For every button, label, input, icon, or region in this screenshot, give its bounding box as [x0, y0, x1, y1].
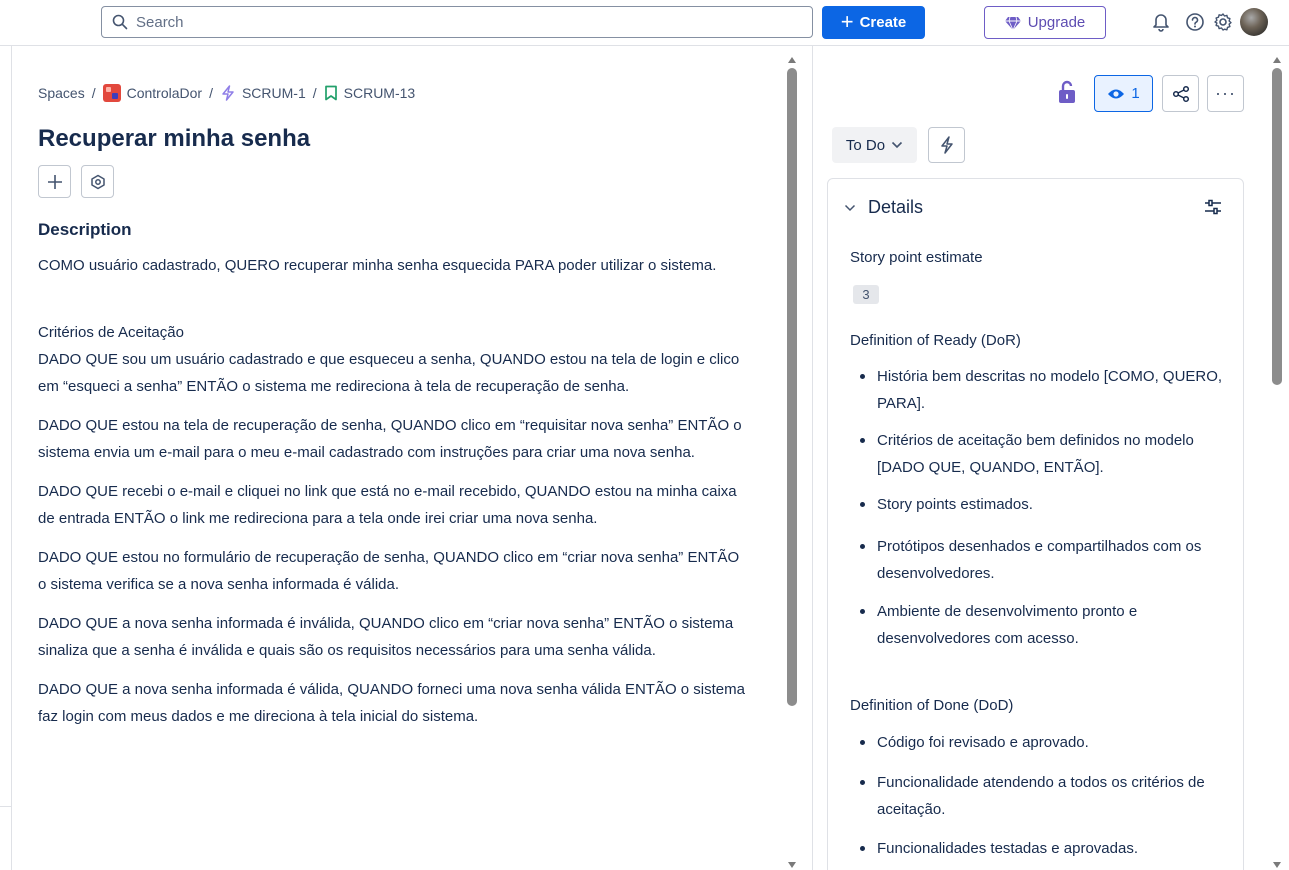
breadcrumb-issue[interactable]: SCRUM-13 — [324, 85, 415, 101]
scroll-up-arrow-icon[interactable] — [1273, 57, 1281, 63]
issue-action-row — [38, 165, 114, 198]
configure-fields-icon[interactable] — [1203, 197, 1223, 217]
criteria-paragraph: DADO QUE a nova senha informada é inváli… — [38, 615, 734, 659]
scrollbar-thumb[interactable] — [787, 68, 797, 706]
plus-icon: + — [840, 8, 854, 34]
description-body[interactable]: COMO usuário cadastrado, QUERO recuperar… — [38, 252, 750, 742]
more-actions-button[interactable]: ··· — [1207, 75, 1244, 112]
status-label: To Do — [845, 136, 886, 154]
eye-icon — [1108, 89, 1125, 98]
apps-button[interactable] — [81, 165, 114, 198]
hexagon-icon — [90, 174, 105, 189]
list-item: Protótipos desenhados e compartilhados c… — [850, 533, 1230, 587]
status-dropdown[interactable]: To Do — [832, 127, 917, 163]
main-scrollbar[interactable] — [786, 55, 798, 870]
criteria-heading: Critérios de Aceitação — [38, 324, 184, 341]
add-button[interactable] — [38, 165, 71, 198]
list-item: Funcionalidades testadas e aprovadas. — [850, 835, 1230, 862]
search-box[interactable] — [101, 6, 813, 38]
description-heading: Description — [38, 220, 132, 239]
story-icon — [324, 85, 337, 101]
breadcrumb: Spaces / ControlaDor / SCRUM-1 / SCRUM-1… — [38, 84, 416, 102]
story-points-value[interactable]: 3 — [853, 285, 879, 304]
epic-icon — [222, 85, 234, 101]
breadcrumb-epic[interactable]: SCRUM-1 — [220, 85, 306, 101]
scroll-down-arrow-icon[interactable] — [788, 862, 796, 868]
breadcrumb-project[interactable]: ControlaDor — [102, 84, 202, 102]
criteria-paragraph: DADO QUE estou no formulário de recupera… — [38, 549, 740, 593]
lock-open-icon[interactable] — [1056, 80, 1078, 104]
list-item: Funcionalidade atendendo a todos os crit… — [850, 769, 1230, 823]
more-icon: ··· — [1215, 83, 1236, 103]
gem-icon — [1004, 16, 1021, 30]
criteria-paragraph: DADO QUE a nova senha informada é válida… — [38, 681, 745, 725]
avatar[interactable] — [1240, 8, 1268, 36]
watch-count: 1 — [1131, 85, 1140, 102]
plus-icon — [47, 174, 62, 189]
breadcrumb-spaces[interactable]: Spaces — [38, 85, 85, 101]
share-icon — [1172, 85, 1189, 102]
chevron-down-icon — [844, 204, 856, 211]
upgrade-button[interactable]: Upgrade — [984, 6, 1106, 39]
criteria-paragraph: DADO QUE sou um usuário cadastrado e que… — [38, 351, 740, 395]
list-item: Critérios de aceitação bem definidos no … — [850, 427, 1230, 481]
list-item: Ambiente de desenvolvimento pronto e des… — [850, 598, 1230, 652]
criteria-paragraph: DADO QUE recebi o e-mail e cliquei no li… — [38, 483, 737, 527]
automation-button[interactable] — [928, 127, 965, 163]
upgrade-button-label: Upgrade — [1027, 14, 1086, 31]
share-button[interactable] — [1162, 75, 1199, 112]
project-avatar-icon — [102, 84, 121, 102]
search-input[interactable] — [136, 13, 776, 31]
scrollbar-thumb[interactable] — [1272, 68, 1282, 385]
description-intro: COMO usuário cadastrado, QUERO recuperar… — [38, 257, 717, 274]
bell-icon[interactable] — [1150, 11, 1172, 33]
details-title: Details — [868, 197, 924, 217]
side-panel-scrollbar[interactable] — [1271, 55, 1283, 870]
details-section: Details Story point estimate 3 Definitio… — [827, 178, 1244, 870]
list-item: Story points estimados. — [850, 491, 1230, 518]
criteria-paragraph: DADO QUE estou na tela de recuperação de… — [38, 417, 742, 461]
dod-label: Definition of Done (DoD) — [850, 697, 1014, 714]
create-button-label: Create — [859, 14, 907, 31]
scroll-down-arrow-icon[interactable] — [1273, 862, 1281, 868]
dor-label: Definition of Ready (DoR) — [850, 332, 1021, 349]
chevron-down-icon — [892, 141, 903, 149]
details-toggle[interactable]: Details — [844, 197, 923, 218]
page-title[interactable]: Recuperar minha senha — [38, 125, 310, 153]
lightning-icon — [940, 136, 953, 154]
sidebar-collapsed — [0, 46, 12, 870]
gear-icon[interactable] — [1212, 11, 1234, 33]
list-item: História bem descritas no modelo [COMO, … — [850, 363, 1230, 417]
story-points-label: Story point estimate — [850, 249, 983, 266]
list-item: Código foi revisado e aprovado. — [850, 729, 1230, 756]
help-icon[interactable] — [1184, 11, 1206, 33]
top-navigation-bar: + Create Upgrade — [0, 0, 1289, 46]
search-icon — [112, 14, 128, 30]
watch-button[interactable]: 1 — [1094, 75, 1153, 112]
scroll-up-arrow-icon[interactable] — [788, 57, 796, 63]
create-button[interactable]: + Create — [822, 6, 925, 39]
